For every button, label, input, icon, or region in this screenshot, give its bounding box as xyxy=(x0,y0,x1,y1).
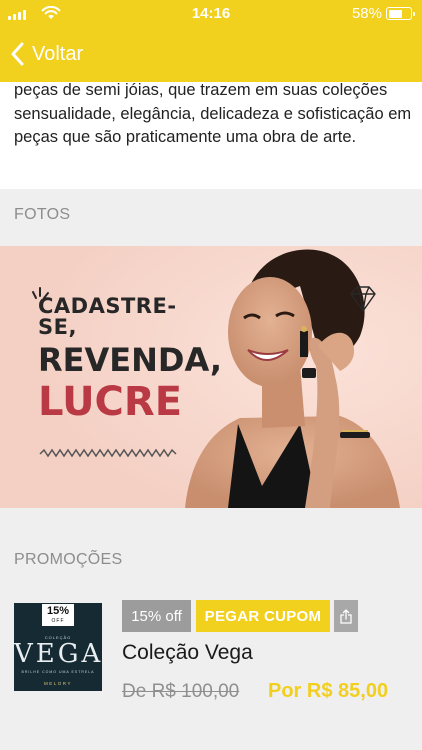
promotion-thumbnail[interactable]: 15% OFF COLEÇÃO VEGA BRILHE COMO UMA EST… xyxy=(14,603,102,691)
battery-icon xyxy=(386,7,415,20)
status-bar: 14:16 58% xyxy=(0,0,422,28)
thumbnail-discount-badge: 15% OFF xyxy=(41,603,75,627)
about-section: peças de semi jóias, que trazem em suas … xyxy=(0,82,422,189)
diamond-icon xyxy=(350,286,376,312)
navigation-bar: 14:16 58% Voltar xyxy=(0,0,422,82)
thumbnail-badge-off: OFF xyxy=(51,618,65,624)
thumbnail-brand: MELORY xyxy=(44,681,72,686)
promotion-title[interactable]: Coleção Vega xyxy=(122,641,253,665)
battery-percent: 58% xyxy=(351,5,382,22)
promotions-section-label: PROMOÇÕES xyxy=(14,551,123,568)
banner-line-2: REVENDA, xyxy=(38,341,222,379)
chevron-left-icon xyxy=(11,42,24,66)
back-button[interactable]: Voltar xyxy=(10,38,83,70)
new-price: Por R$ 85,00 xyxy=(268,680,389,702)
thumbnail-badge-percent: 15% xyxy=(46,605,70,617)
about-text: peças de semi jóias, que trazem em suas … xyxy=(14,82,412,146)
banner-headline: CADASTRE-SE, REVENDA, LUCRE xyxy=(38,294,222,425)
discount-badge: 15% off xyxy=(122,600,191,632)
thumbnail-subtitle: BRILHE COMO UMA ESTRELA xyxy=(21,670,95,674)
back-button-label: Voltar xyxy=(32,42,84,65)
share-icon xyxy=(340,608,352,624)
banner-line-3: LUCRE xyxy=(38,379,183,425)
old-price: De R$ 100,00 xyxy=(122,681,240,702)
squiggle-decoration xyxy=(39,448,177,458)
thumbnail-title: VEGA xyxy=(14,639,102,669)
sparkle-icon xyxy=(32,287,49,299)
photos-section-label: FOTOS xyxy=(14,206,71,223)
share-button[interactable] xyxy=(334,600,358,632)
banner-line-1: CADASTRE-SE, xyxy=(38,294,177,339)
get-coupon-button[interactable]: PEGAR CUPOM xyxy=(196,600,330,632)
